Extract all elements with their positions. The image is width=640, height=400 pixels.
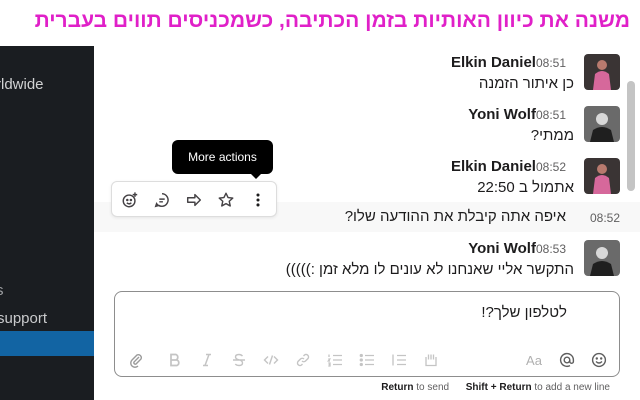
message-timestamp[interactable]: 08:51 [536, 56, 566, 70]
sidebar-item-active[interactable] [0, 331, 94, 356]
add-reaction-icon[interactable] [116, 186, 144, 214]
sidebar-item[interactable]: s [0, 282, 4, 299]
composer-input[interactable]: לטלפון שלך?! [481, 304, 567, 321]
message-text: איפה אתה קיבלת את ההודעה שלו? [344, 208, 566, 225]
reply-in-thread-icon[interactable] [148, 186, 176, 214]
promo-banner: משנה את כיוון האותיות בזמן הכתיבה, כשמכנ… [0, 0, 640, 46]
message-text: התקשר אליי שאנחנו לא עונים לו מלא זמן :)… [285, 261, 574, 278]
strikethrough-icon[interactable] [229, 350, 249, 370]
emoji-icon[interactable] [589, 350, 609, 370]
message-author[interactable]: Yoni Wolf [468, 240, 536, 257]
italic-icon[interactable] [197, 350, 217, 370]
code-icon[interactable] [261, 350, 281, 370]
message-timestamp[interactable]: 08:53 [536, 242, 566, 256]
hint-shift-key: Shift + Return [465, 382, 532, 393]
hint-shift-action: to add a new line [534, 382, 610, 393]
code-block-icon[interactable] [421, 350, 441, 370]
more-actions-tooltip: More actions [172, 140, 273, 174]
message-timestamp[interactable]: 08:52 [590, 211, 620, 225]
message-text: אתמול ב 22:50 [477, 179, 574, 196]
sidebar: rldwide s support [0, 46, 94, 400]
message-header: Yoni Wolf08:51 [468, 106, 574, 124]
scrollbar-thumb[interactable] [627, 81, 635, 191]
message-header: Yoni Wolf08:53 [468, 240, 574, 258]
save-star-icon[interactable] [212, 186, 240, 214]
avatar[interactable] [584, 106, 620, 142]
sidebar-workspace-name[interactable]: rldwide [0, 76, 44, 93]
link-icon[interactable] [293, 350, 313, 370]
blockquote-icon[interactable] [389, 350, 409, 370]
share-message-icon[interactable] [180, 186, 208, 214]
message-timestamp[interactable]: 08:52 [536, 160, 566, 174]
message-actions-toolbar [111, 181, 277, 217]
tooltip-arrow [250, 173, 262, 179]
bulleted-list-icon[interactable] [357, 350, 377, 370]
bold-icon[interactable] [165, 350, 185, 370]
hint-return-action: to send [416, 382, 450, 393]
banner-title: משנה את כיוון האותיות בזמן הכתיבה, כשמכנ… [34, 9, 630, 32]
more-actions-icon[interactable] [244, 186, 272, 214]
formatting-toggle[interactable]: Aa [522, 350, 546, 370]
message-text: כן איתור הזמנה [478, 75, 574, 92]
message-pane: איפה אתה קיבלת את ההודעה שלו? 08:52 Elki… [94, 46, 640, 400]
message-header: Elkin Daniel08:52 [451, 158, 574, 176]
avatar[interactable] [584, 54, 620, 90]
message-timestamp[interactable]: 08:51 [536, 108, 566, 122]
message-author[interactable]: Elkin Daniel [451, 54, 536, 71]
mention-icon[interactable] [557, 350, 577, 370]
message-header: Elkin Daniel08:51 [451, 54, 574, 72]
message-author[interactable]: Yoni Wolf [468, 106, 536, 123]
tooltip-label: More actions [188, 150, 257, 164]
sidebar-item-support[interactable]: support [0, 310, 47, 327]
app-root: משנה את כיוון האותיות בזמן הכתיבה, כשמכנ… [0, 0, 640, 400]
message-author[interactable]: Elkin Daniel [451, 158, 536, 175]
message-composer[interactable]: לטלפון שלך?! Aa [114, 291, 620, 377]
composer-hints: Return to send Shift + Return to add a n… [381, 382, 610, 393]
avatar[interactable] [584, 240, 620, 276]
avatar[interactable] [584, 158, 620, 194]
hint-return-key: Return [381, 382, 414, 393]
attach-file-icon[interactable] [126, 350, 146, 370]
message-text: ממתי? [530, 127, 574, 144]
ordered-list-icon[interactable] [325, 350, 345, 370]
